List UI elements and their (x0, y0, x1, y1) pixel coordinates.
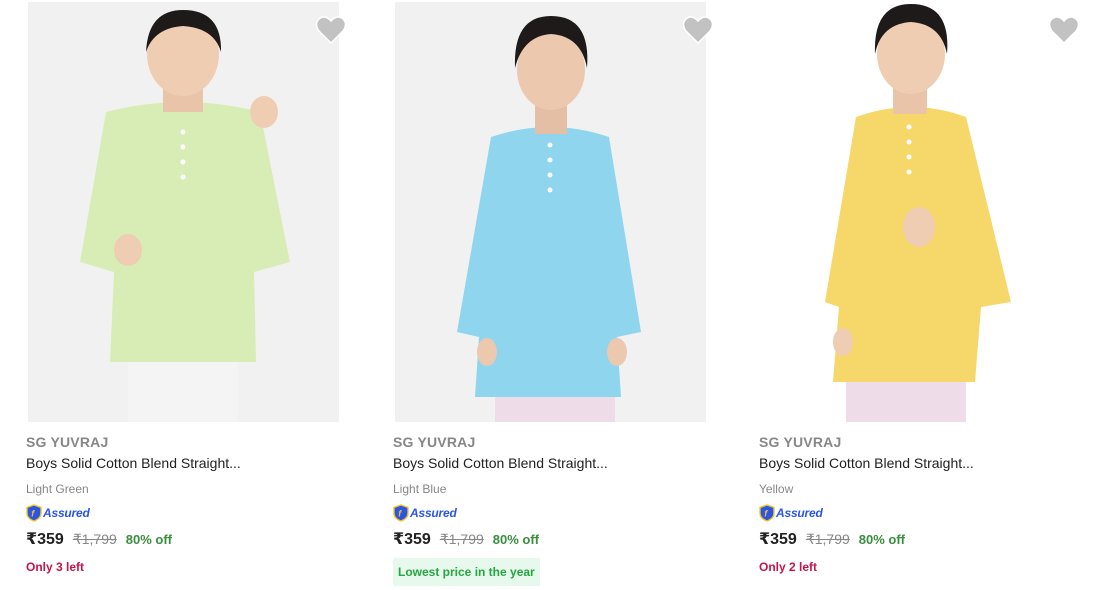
product-color: Light Green (26, 482, 89, 496)
wishlist-button[interactable] (315, 16, 347, 45)
product-color: Light Blue (393, 482, 447, 496)
assured-shield-icon: f (759, 504, 775, 522)
wishlist-button[interactable] (682, 16, 714, 45)
product-title[interactable]: Boys Solid Cotton Blend Straight... (759, 455, 974, 471)
product-title[interactable]: Boys Solid Cotton Blend Straight... (26, 455, 241, 471)
product-mrp: ₹1,799 (72, 531, 117, 547)
product-grid: SG YUVRAJ Boys Solid Cotton Blend Straig… (0, 0, 1112, 590)
heart-icon (315, 16, 347, 45)
product-card[interactable]: SG YUVRAJ Boys Solid Cotton Blend Straig… (393, 0, 733, 590)
assured-label: Assured (776, 506, 823, 520)
heart-icon (1048, 16, 1080, 45)
product-brand: SG YUVRAJ (26, 434, 109, 450)
product-discount: 80% off (858, 532, 906, 547)
assured-badge: f Assured (26, 503, 90, 523)
product-card[interactable]: SG YUVRAJ Boys Solid Cotton Blend Straig… (759, 0, 1099, 590)
assured-badge: f Assured (759, 503, 823, 523)
kid-kurta-image-icon (825, 4, 1011, 422)
product-card[interactable]: SG YUVRAJ Boys Solid Cotton Blend Straig… (26, 0, 366, 590)
product-image[interactable] (395, 2, 706, 422)
lowest-price-badge: Lowest price in the year (393, 558, 540, 586)
product-mrp: ₹1,799 (439, 531, 484, 547)
product-image[interactable] (28, 2, 339, 422)
assured-label: Assured (43, 506, 90, 520)
heart-icon (682, 16, 714, 45)
product-brand: SG YUVRAJ (393, 434, 476, 450)
assured-badge: f Assured (393, 503, 457, 523)
wishlist-button[interactable] (1048, 16, 1080, 45)
kid-kurta-image-icon (457, 16, 641, 422)
stock-note: Only 3 left (26, 560, 85, 574)
product-price: ₹359 (393, 531, 431, 548)
price-row: ₹359 ₹1,799 80% off (393, 529, 539, 549)
product-discount: 80% off (125, 532, 173, 547)
product-brand: SG YUVRAJ (759, 434, 842, 450)
price-row: ₹359 ₹1,799 80% off (26, 529, 172, 549)
product-mrp: ₹1,799 (805, 531, 850, 547)
product-discount: 80% off (492, 532, 540, 547)
product-image[interactable] (761, 2, 1072, 422)
assured-shield-icon: f (26, 504, 42, 522)
product-price: ₹359 (26, 531, 64, 548)
price-row: ₹359 ₹1,799 80% off (759, 529, 905, 549)
assured-label: Assured (410, 506, 457, 520)
assured-shield-icon: f (393, 504, 409, 522)
product-color: Yellow (759, 482, 794, 496)
product-price: ₹359 (759, 531, 797, 548)
kid-kurta-image-icon (80, 10, 290, 422)
stock-note: Only 2 left (759, 560, 818, 574)
product-title[interactable]: Boys Solid Cotton Blend Straight... (393, 455, 608, 471)
